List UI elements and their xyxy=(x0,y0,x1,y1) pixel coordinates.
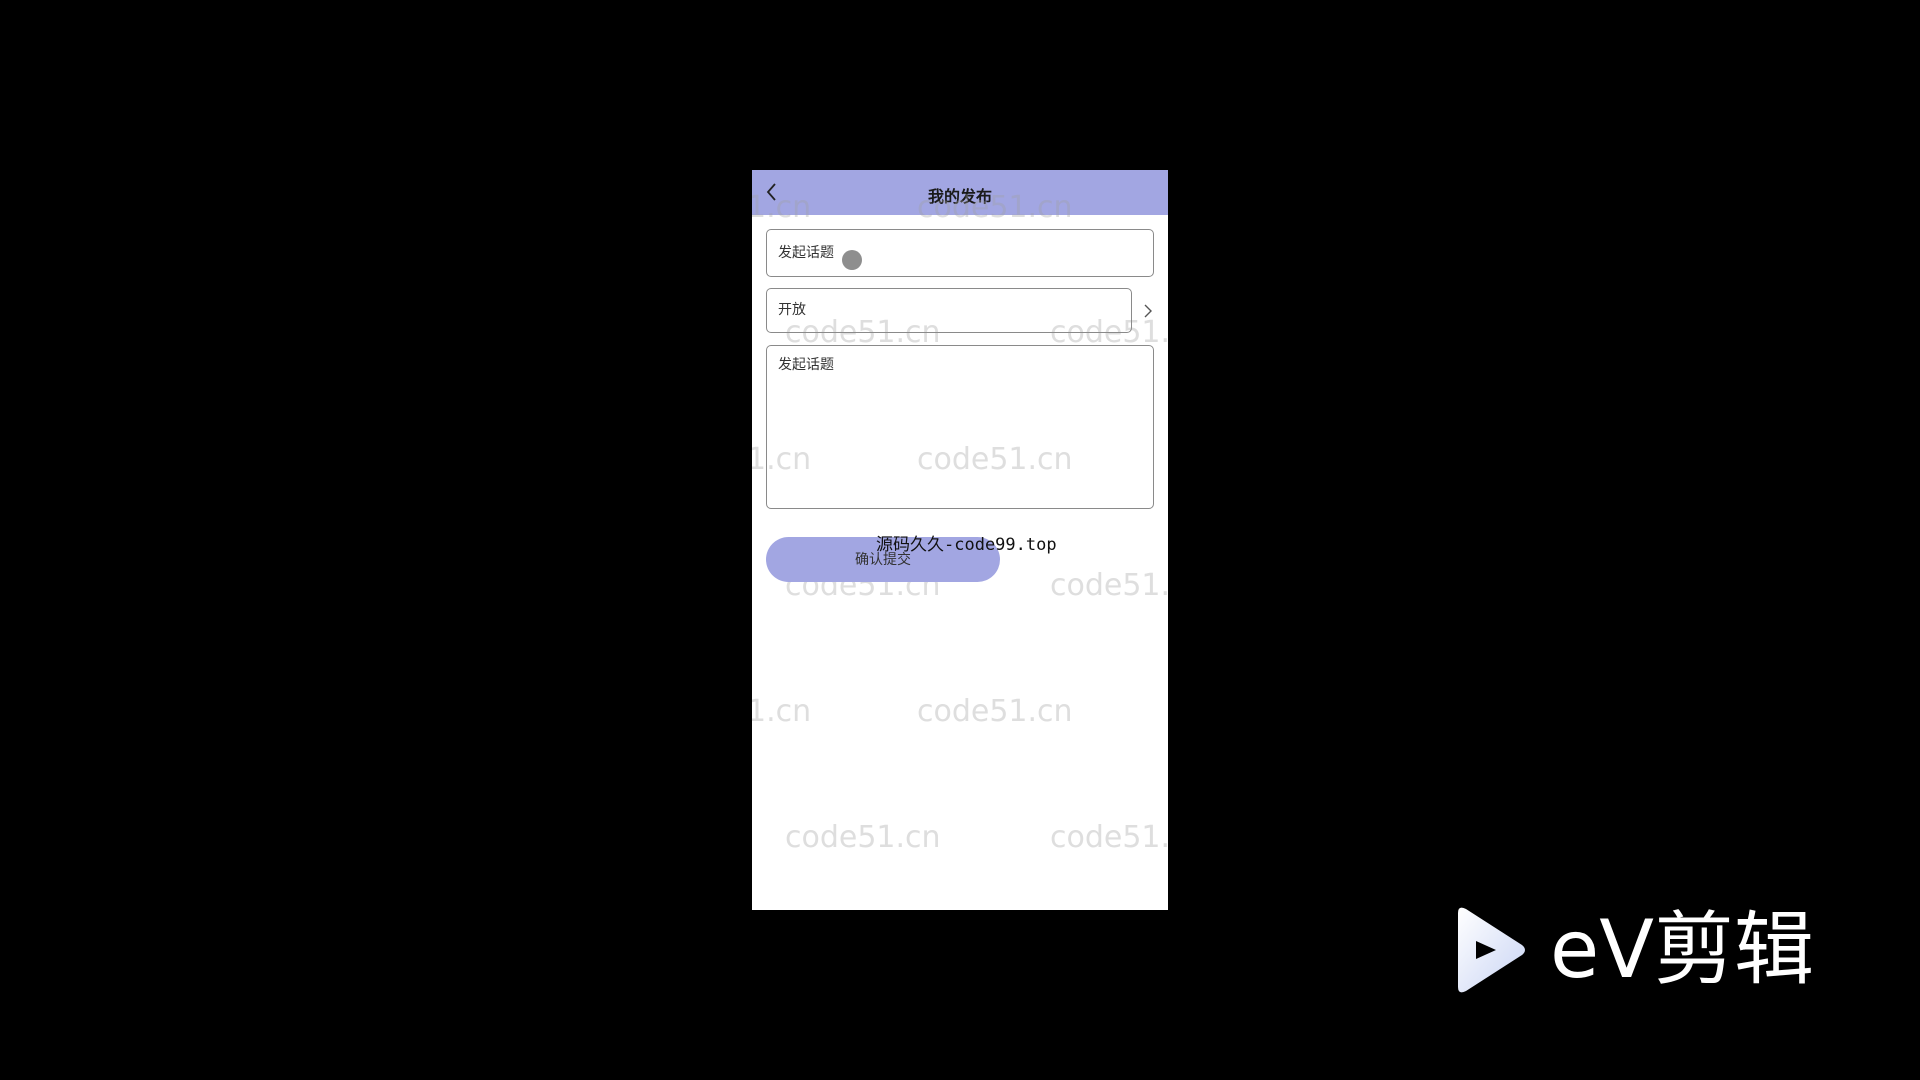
topic-title-placeholder: 发起话题 xyxy=(778,245,834,261)
header-bar: 我的发布 xyxy=(752,170,1168,215)
ev-logo-text: eV剪辑 xyxy=(1550,903,1814,996)
touch-cursor-indicator xyxy=(842,250,862,270)
watermark: 1.cn xyxy=(752,694,812,729)
watermark: code51.cn xyxy=(1050,820,1168,855)
ev-editor-logo: eV剪辑 xyxy=(1450,905,1830,995)
source-watermark-text: 源码久久-code99.top xyxy=(876,535,1057,555)
phone-screen: 我的发布 1.cn code51.cn code51.cn code51.cn … xyxy=(752,170,1168,910)
visibility-arrow[interactable] xyxy=(1141,301,1155,321)
watermark: code51.cn xyxy=(785,820,941,855)
topic-content-placeholder: 发起话题 xyxy=(778,357,834,373)
watermark: code51.cn xyxy=(1050,568,1168,603)
page-title: 我的发布 xyxy=(927,187,992,206)
chevron-right-icon xyxy=(1144,304,1152,318)
topic-title-input[interactable]: 发起话题 xyxy=(766,229,1154,277)
play-icon xyxy=(1458,907,1525,993)
visibility-select[interactable]: 开放 xyxy=(766,288,1132,333)
visibility-value: 开放 xyxy=(778,302,806,318)
watermark: code51.cn xyxy=(917,694,1073,729)
topic-content-textarea[interactable]: 发起话题 xyxy=(766,345,1154,509)
